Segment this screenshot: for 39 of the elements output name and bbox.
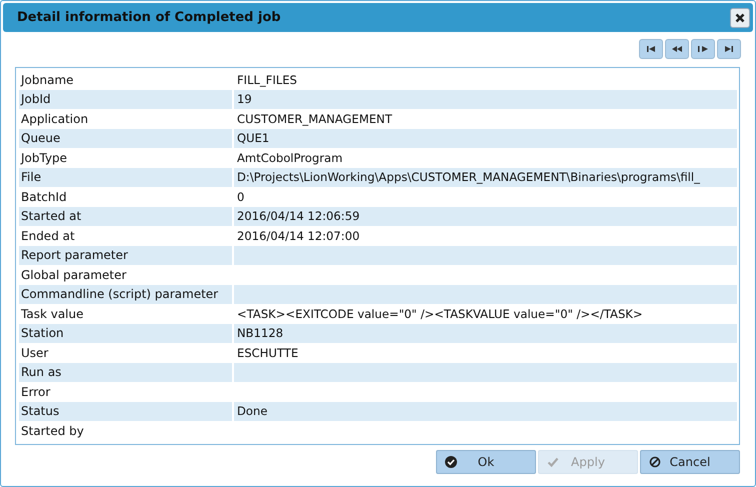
field-value: 19 [236, 92, 253, 106]
field-label: Started at [19, 206, 234, 226]
field-label: Report parameter [19, 246, 234, 265]
skip-icon [645, 45, 657, 53]
skip-icon [723, 45, 735, 53]
field-value: CUSTOMER_MANAGEMENT [236, 112, 394, 126]
field-label: Queue [19, 128, 234, 148]
cancel-icon [649, 456, 661, 468]
field-label: Started by [19, 421, 234, 440]
field-value: 2016/04/14 12:07:00 [236, 228, 361, 243]
close-button[interactable] [730, 8, 750, 28]
double-arrow-icon [671, 45, 683, 53]
field-value: NB1128 [236, 326, 284, 340]
window-title: Detail information of Completed job [17, 10, 281, 25]
previous-button[interactable] [665, 39, 689, 59]
field-value: QUE1 [236, 131, 270, 146]
field-label: Status [19, 402, 234, 421]
field-value: ESCHUTTE [236, 346, 300, 360]
field-label: Run as [19, 362, 234, 382]
field-value: <TASK><EXITCODE value="0" /><TASKVALUE value="0" /></TASK> [236, 306, 644, 321]
ok-button[interactable]: Ok [436, 450, 536, 474]
check-icon [547, 456, 559, 468]
field-value: FILL_FILES [236, 72, 298, 87]
first-button[interactable] [639, 39, 663, 59]
field-label: File [19, 168, 234, 187]
field-value: Done [236, 404, 269, 418]
field-value: 0 [236, 190, 246, 204]
next-button[interactable] [691, 39, 715, 59]
field-value: D:\Projects\LionWorking\Apps\CUSTOMER_MANAGEMENT\Binaries\programs\fill_ [236, 170, 701, 184]
double-arrow-icon [697, 45, 709, 53]
cancel-button[interactable]: Cancel [640, 450, 740, 474]
check-circle-icon [445, 456, 457, 468]
field-value: 2016/04/14 12:06:59 [236, 209, 361, 224]
field-label: Station [19, 324, 234, 343]
field-label: Commandline (script) parameter [19, 284, 234, 304]
close-icon [735, 12, 745, 22]
field-label: JobId [19, 90, 234, 109]
last-button[interactable] [717, 39, 741, 59]
field-value: AmtCobolProgram [236, 150, 344, 165]
